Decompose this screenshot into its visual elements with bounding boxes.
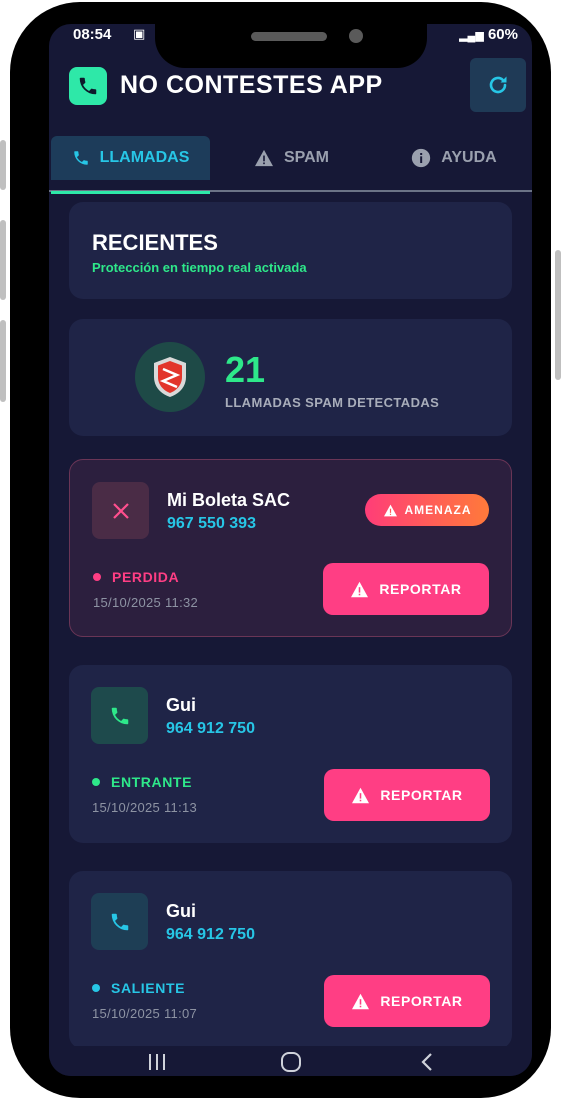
caller-name: Gui	[166, 901, 196, 921]
side-button-right	[555, 250, 561, 380]
tab-label: AYUDA	[441, 149, 497, 166]
side-button-left-bottom	[0, 320, 6, 402]
phone-notch	[155, 24, 427, 68]
home-icon	[281, 1052, 301, 1072]
call-item[interactable]: Gui 964 912 750 SALIENTE 15/10/2025 11:0…	[69, 871, 512, 1049]
tab-bar: LLAMADAS SPAM AYUDA	[49, 132, 532, 194]
phone-screen: 08:54 ▣ ▂▄▆ 60% NO CONTESTES APP LLAMADA…	[49, 24, 532, 1076]
report-button[interactable]: REPORTAR	[324, 975, 490, 1027]
call-status: PERDIDA	[112, 569, 180, 585]
call-status: SALIENTE	[111, 980, 186, 996]
warning-icon	[254, 149, 273, 167]
spam-stats-card: 21 LLAMADAS SPAM DETECTADAS	[69, 319, 512, 436]
spam-count: 21	[225, 349, 266, 390]
signal-icon: ▂▄▆	[459, 30, 484, 42]
refresh-button[interactable]	[470, 58, 526, 112]
call-status: ENTRANTE	[111, 774, 193, 790]
status-dot	[93, 573, 101, 581]
app-title: NO CONTESTES APP	[120, 71, 383, 99]
outgoing-call-badge	[91, 893, 148, 950]
status-dot	[92, 984, 100, 992]
report-button[interactable]: REPORTAR	[324, 769, 490, 821]
caller-number: 967 550 393	[167, 515, 256, 532]
tab-spam[interactable]: SPAM	[219, 136, 364, 180]
warning-icon	[352, 993, 370, 1009]
recents-card: RECIENTES Protección en tiempo real acti…	[69, 202, 512, 299]
tab-ayuda[interactable]: AYUDA	[379, 136, 529, 180]
speaker-grille	[251, 32, 327, 41]
phone-icon	[73, 151, 88, 165]
phone-icon	[111, 913, 128, 930]
status-time: 08:54	[73, 26, 112, 43]
warning-icon	[352, 787, 370, 803]
report-button[interactable]: REPORTAR	[323, 563, 489, 615]
call-item[interactable]: Mi Boleta SAC 967 550 393 AMENAZA PERDID…	[69, 459, 512, 637]
warning-icon	[351, 581, 369, 597]
missed-call-badge	[92, 482, 149, 539]
caller-number: 964 912 750	[166, 926, 255, 943]
status-dot	[92, 778, 100, 786]
status-notification-icons: ▣	[133, 26, 147, 42]
warning-icon	[383, 504, 397, 516]
recent-apps-icon	[149, 1054, 165, 1070]
recents-title: RECIENTES	[92, 230, 218, 255]
call-datetime: 15/10/2025 11:07	[92, 1006, 198, 1021]
report-label: REPORTAR	[380, 993, 463, 1009]
home-button[interactable]	[279, 1052, 303, 1072]
battery-percent: 60%	[487, 26, 518, 43]
tab-label: LLAMADAS	[99, 149, 190, 166]
call-datetime: 15/10/2025 11:32	[93, 595, 199, 610]
caller-number: 964 912 750	[166, 720, 255, 737]
phone-frame: 08:54 ▣ ▂▄▆ 60% NO CONTESTES APP LLAMADA…	[10, 2, 551, 1098]
front-camera	[349, 29, 363, 43]
tab-label: SPAM	[283, 149, 330, 166]
incoming-call-badge	[91, 687, 148, 744]
threat-badge: AMENAZA	[365, 494, 489, 526]
report-label: REPORTAR	[379, 581, 462, 597]
phone-logo-icon	[69, 67, 107, 105]
shield-badge	[135, 342, 205, 412]
side-button-left-top	[0, 140, 6, 190]
gallery-icon: ▣	[133, 26, 148, 41]
system-nav-bar	[49, 1046, 532, 1076]
close-icon	[112, 502, 129, 519]
status-right: ▂▄▆ 60%	[459, 26, 518, 43]
report-label: REPORTAR	[380, 787, 463, 803]
badge-label: AMENAZA	[404, 503, 472, 517]
caller-name: Gui	[166, 695, 196, 715]
call-item[interactable]: Gui 964 912 750 ENTRANTE 15/10/2025 11:1…	[69, 665, 512, 843]
info-icon	[412, 148, 431, 168]
side-button-left-middle	[0, 220, 6, 300]
protection-status: Protección en tiempo real activada	[92, 260, 307, 275]
tab-llamadas[interactable]: LLAMADAS	[51, 136, 210, 194]
call-datetime: 15/10/2025 11:13	[92, 800, 198, 815]
spam-count-label: LLAMADAS SPAM DETECTADAS	[225, 395, 440, 410]
caller-name: Mi Boleta SAC	[167, 490, 291, 510]
recent-apps-button[interactable]	[145, 1052, 169, 1072]
shield-icon	[154, 357, 186, 397]
back-icon	[421, 1053, 432, 1071]
back-button[interactable]	[415, 1052, 439, 1072]
refresh-icon	[489, 76, 507, 94]
phone-icon	[111, 707, 128, 724]
